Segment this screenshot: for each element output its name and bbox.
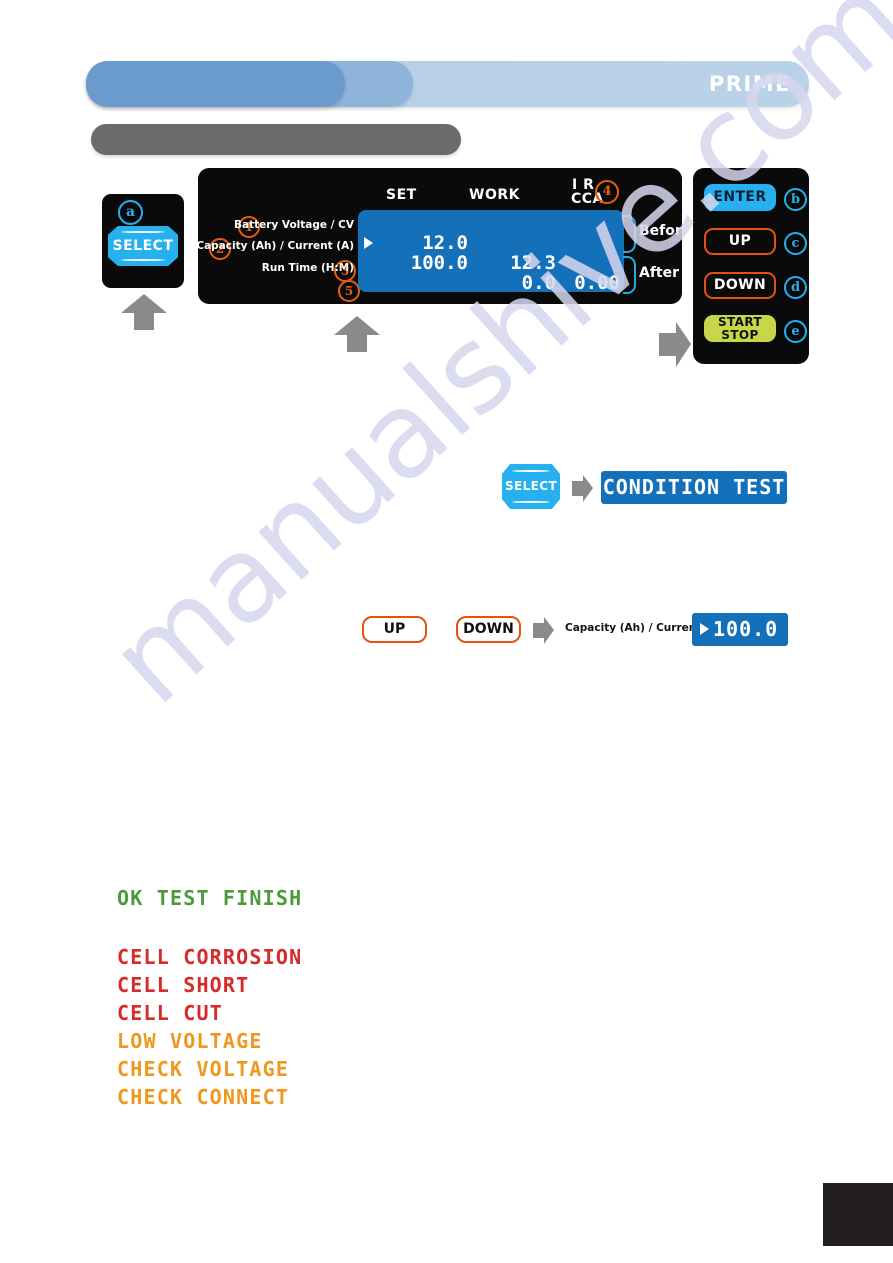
bracket-after-icon	[623, 256, 636, 294]
lcd-row-2: 100.0 0.0 0	[358, 233, 624, 292]
callout-b: b	[784, 188, 807, 211]
result-spacer	[117, 912, 302, 943]
stop-label: STOP	[721, 328, 759, 342]
result-error-1: CELL SHORT	[117, 973, 250, 997]
callout-c: c	[784, 232, 807, 255]
arrow-right-step-updown-icon	[533, 617, 554, 644]
callout-e: e	[784, 320, 807, 343]
label-after: After	[639, 265, 680, 281]
down-button[interactable]: DOWN	[704, 272, 776, 299]
select-button-step[interactable]: SELECT	[502, 464, 560, 509]
result-error-3: LOW VOLTAGE	[117, 1029, 263, 1053]
section-title-bar	[91, 124, 461, 155]
lcd-status-message: CONDITION TEST	[372, 291, 562, 292]
lcd-screen: 12.0 12.3 0.00 100.0 0.0 0 0:00 0.00 CON…	[358, 210, 624, 292]
result-message-list: OK TEST FINISH CELL CORROSION CELL SHORT…	[117, 884, 302, 1111]
column-header-set: SET	[386, 187, 417, 203]
callout-a: a	[118, 200, 143, 225]
header-bar-dark	[86, 61, 345, 107]
arrow-right-to-keypanel-icon	[659, 322, 691, 367]
arrow-up-to-lcd-icon	[334, 316, 380, 352]
row-label-capacity-current: Capacity (Ah) / Current (A)	[196, 240, 354, 252]
result-error-4: CHECK VOLTAGE	[117, 1057, 290, 1081]
lcd-readout-capacity-value: 100.0	[692, 613, 788, 646]
up-button[interactable]: UP	[704, 228, 776, 255]
result-ok: OK TEST FINISH	[117, 886, 303, 910]
prime-logo: PRIME	[708, 72, 791, 96]
start-stop-button[interactable]: START STOP	[704, 315, 776, 342]
up-button-step[interactable]: UP	[362, 616, 427, 643]
enter-button[interactable]: ENTER	[704, 184, 776, 211]
select-button[interactable]: SELECT	[108, 226, 178, 266]
key-panel: ENTER b UP c DOWN d START STOP e	[693, 168, 809, 364]
arrow-up-to-select-icon	[121, 294, 167, 330]
result-error-2: CELL CUT	[117, 1001, 223, 1025]
page-corner-marker	[823, 1183, 893, 1246]
arrow-right-step-select-icon	[572, 475, 593, 502]
bracket-before-icon	[623, 215, 636, 253]
column-header-work: WORK	[469, 187, 520, 203]
lcd-row-3: 0:00 0.00	[358, 253, 624, 273]
down-button-step[interactable]: DOWN	[456, 616, 521, 643]
row-label-run-time: Run Time (H:M)	[261, 262, 354, 274]
select-key-block: a SELECT	[102, 194, 184, 288]
lcd-row-4: CONDITION TEST 0	[358, 271, 624, 292]
result-error-5: CHECK CONNECT	[117, 1085, 290, 1109]
lcd-readout-condition-test: CONDITION TEST	[601, 471, 787, 504]
callout-4: 4	[595, 180, 619, 204]
lcd-panel: SET WORK I R CCA 4 1 Battery Voltage / C…	[196, 168, 691, 304]
result-error-0: CELL CORROSION	[117, 945, 303, 969]
lcd-row-1: 12.0 12.3 0.00	[358, 213, 624, 292]
value-caret-icon	[700, 623, 709, 635]
row-label-battery-voltage: Battery Voltage / CV	[233, 219, 354, 231]
callout-d: d	[784, 276, 807, 299]
callout-5: 5	[338, 280, 360, 302]
capacity-value: 100.0	[713, 617, 779, 641]
label-before: Before	[639, 223, 692, 239]
